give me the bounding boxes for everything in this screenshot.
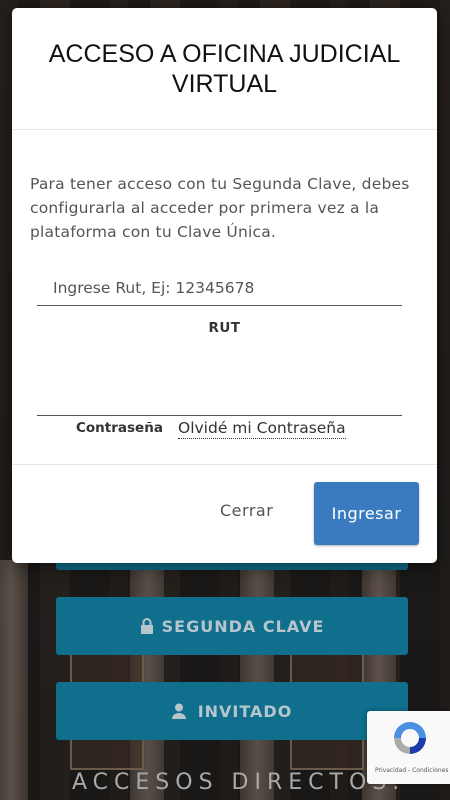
segunda-clave-label: SEGUNDA CLAVE <box>161 616 325 636</box>
segunda-clave-button[interactable]: SEGUNDA CLAVE <box>56 597 408 655</box>
forgot-password-link[interactable]: Olvidé mi Contraseña <box>178 418 346 439</box>
user-icon <box>171 703 186 719</box>
lock-icon <box>140 618 153 634</box>
recaptcha-icon <box>394 722 426 754</box>
modal-title: ACCESO A OFICINA JUDICIAL VIRTUAL <box>48 39 401 98</box>
password-label: Contraseña <box>76 420 163 436</box>
password-input[interactable] <box>37 380 402 416</box>
modal-body: Para tener acceso con tu Segunda Clave, … <box>12 130 437 464</box>
ingresar-button[interactable]: Ingresar <box>314 482 419 545</box>
invitado-button[interactable]: INVITADO <box>56 682 408 740</box>
rut-label: RUT <box>208 320 241 336</box>
recaptcha-badge[interactable]: Privacidad - Condiciones <box>367 711 450 784</box>
bg-column <box>240 560 274 800</box>
login-modal: ACCESO A OFICINA JUDICIAL VIRTUAL Para t… <box>12 8 437 563</box>
recaptcha-links[interactable]: Privacidad - Condiciones <box>375 767 449 774</box>
accesos-directos-heading: ACCESOS DIRECTOS. <box>72 770 406 795</box>
rut-input[interactable] <box>37 270 402 306</box>
invitado-label: INVITADO <box>197 701 293 721</box>
bg-column <box>0 560 28 800</box>
footer-divider <box>12 464 437 465</box>
modal-footer: Cerrar Ingresar <box>12 464 437 563</box>
intro-text: Para tener acceso con tu Segunda Clave, … <box>30 175 410 241</box>
cerrar-button[interactable]: Cerrar <box>220 501 273 520</box>
modal-header: ACCESO A OFICINA JUDICIAL VIRTUAL <box>12 8 437 130</box>
